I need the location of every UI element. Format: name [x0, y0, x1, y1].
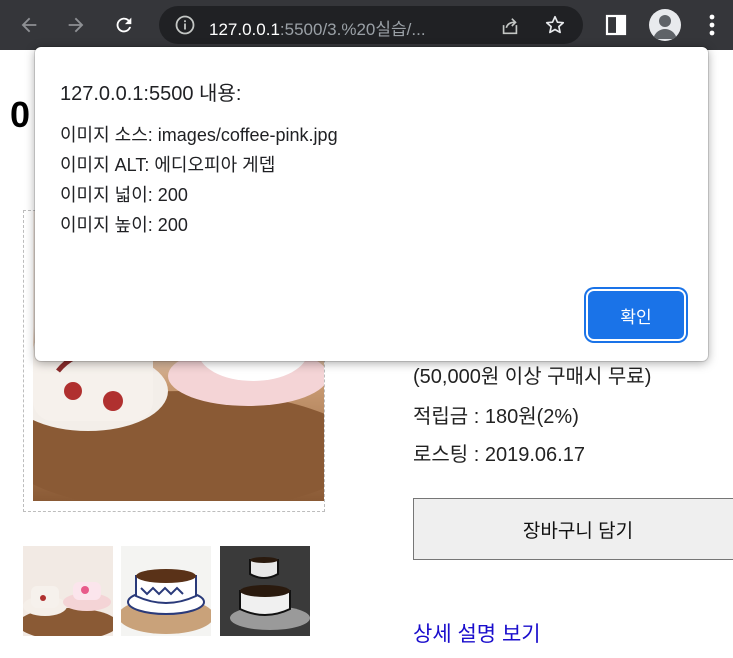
profile-avatar[interactable]: [649, 9, 681, 41]
roasting-date: 로스팅 : 2019.06.17: [413, 444, 585, 466]
side-panel-icon[interactable]: [604, 13, 628, 37]
points-info: 적립금 : 180원(2%): [413, 406, 579, 428]
reload-button[interactable]: [108, 9, 140, 41]
view-details-link[interactable]: 상세 설명 보기: [413, 618, 541, 648]
forward-button[interactable]: [60, 9, 92, 41]
product-title: 0: [10, 94, 31, 135]
reload-icon: [116, 17, 132, 33]
address-bar[interactable]: 127.0.0.1:5500/3.%20실습/...: [159, 6, 583, 44]
kebab-menu-icon[interactable]: [700, 12, 724, 38]
dialog-title: 127.0.0.1:5500 내용:: [60, 83, 242, 105]
browser-toolbar: 127.0.0.1:5500/3.%20실습/...: [0, 0, 733, 50]
back-arrow-icon: [21, 17, 37, 33]
alert-dialog: 127.0.0.1:5500 내용: 이미지 소스: images/coffee…: [35, 47, 708, 361]
ok-button[interactable]: 확인: [588, 291, 684, 339]
back-button[interactable]: [13, 9, 45, 41]
shipping-note: (50,000원 이상 구매시 무료): [413, 366, 652, 388]
thumbnail-blue-cup[interactable]: [121, 546, 211, 636]
bookmark-star-icon[interactable]: [544, 14, 566, 36]
thumbnail-dark-cups[interactable]: [220, 546, 310, 636]
thumbnail-pink-cups[interactable]: [23, 546, 113, 636]
dialog-line-src: 이미지 소스: images/coffee-pink.jpg: [60, 125, 338, 145]
forward-arrow-icon: [68, 17, 84, 33]
dialog-line-width: 이미지 넓이: 200: [60, 185, 188, 205]
share-icon[interactable]: [499, 15, 521, 37]
site-info-icon[interactable]: [175, 15, 195, 35]
add-to-cart-button[interactable]: 장바구니 담기: [413, 498, 733, 560]
dialog-line-height: 이미지 높이: 200: [60, 215, 188, 235]
dialog-line-alt: 이미지 ALT: 에디오피아 게뎁: [60, 155, 276, 175]
person-icon: [653, 15, 677, 39]
url-text: 127.0.0.1:5500/3.%20실습/...: [209, 20, 426, 39]
